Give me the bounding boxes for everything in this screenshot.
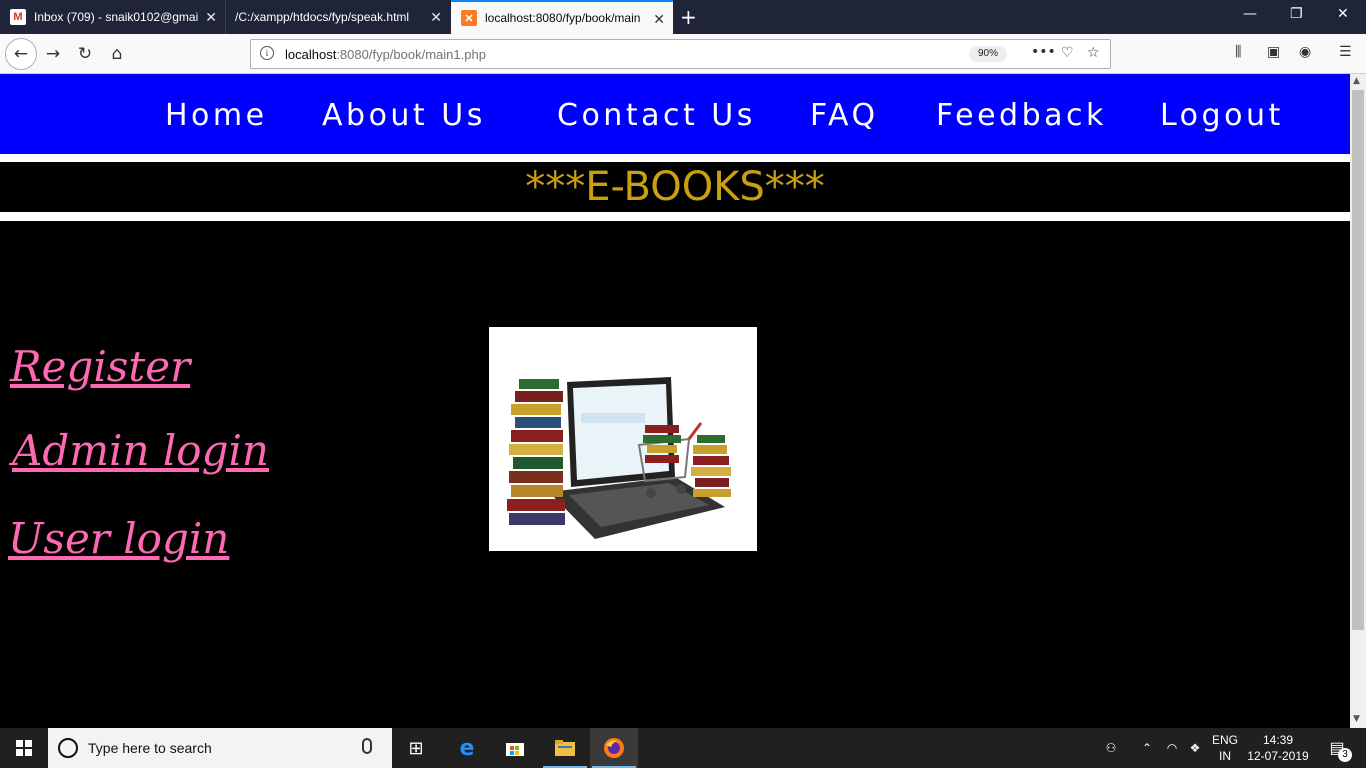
search-placeholder: Type here to search — [88, 740, 212, 756]
nav-home-link[interactable]: Home — [165, 98, 268, 133]
zoom-level-badge[interactable]: 90% — [969, 46, 1007, 62]
file-explorer-icon[interactable] — [541, 728, 589, 768]
clock-time: 14:39 — [1262, 733, 1294, 747]
user-login-link[interactable]: User login — [8, 514, 229, 563]
tab-title: /C:/xampp/htdocs/fyp/speak.html — [235, 10, 410, 24]
browser-tab-strip: M Inbox (709) - snaik0102@gmail. ✕ /C:/x… — [0, 0, 1366, 34]
page-content: Home About Us Contact Us FAQ Feedback Lo… — [0, 74, 1350, 728]
reload-button[interactable]: ↻ — [73, 42, 97, 66]
pocket-icon[interactable]: ♡ — [1061, 45, 1074, 61]
tab-speak-html[interactable]: /C:/xampp/htdocs/fyp/speak.html ✕ — [225, 0, 450, 34]
site-info-icon[interactable]: i — [260, 46, 274, 60]
show-hidden-icons-chevron-icon[interactable]: ⌃ — [1136, 728, 1158, 768]
tab-title: localhost:8080/fyp/book/main — [485, 11, 641, 25]
cortana-icon — [58, 738, 78, 758]
divider — [0, 154, 1350, 162]
site-nav-bar: Home About Us Contact Us FAQ Feedback Lo… — [0, 74, 1350, 154]
admin-login-link[interactable]: Admin login — [12, 426, 269, 475]
tab-main1-php[interactable]: ✕ localhost:8080/fyp/book/main ✕ — [451, 0, 673, 34]
ebook-illustration — [489, 327, 757, 551]
url-text[interactable]: localhost:8080/fyp/book/main1.php — [285, 47, 486, 62]
restore-icon[interactable]: ❐ — [1290, 6, 1303, 22]
bookmark-star-icon[interactable]: ☆ — [1087, 45, 1100, 61]
start-button[interactable] — [0, 728, 48, 768]
back-arrow-icon: ← — [13, 44, 29, 64]
new-tab-plus-icon[interactable]: + — [680, 5, 697, 29]
language-indicator[interactable]: ENG IN — [1208, 728, 1242, 768]
banner-title: ***E-BOOKS*** — [525, 164, 825, 210]
laptop-books-cart-image — [489, 327, 757, 551]
people-icon[interactable]: ⚇ — [1098, 728, 1124, 768]
dropbox-icon[interactable]: ❖ — [1184, 728, 1206, 768]
nav-logout-link[interactable]: Logout — [1160, 98, 1284, 133]
language-code: ENG — [1211, 733, 1238, 747]
nav-feedback-link[interactable]: Feedback — [936, 98, 1107, 133]
account-icon[interactable]: ◉ — [1299, 44, 1311, 60]
register-link[interactable]: Register — [10, 342, 190, 391]
library-icon[interactable]: ⫼ — [1235, 44, 1241, 60]
scroll-up-icon[interactable]: ▲ — [1353, 76, 1360, 86]
scroll-down-icon[interactable]: ▼ — [1353, 714, 1360, 724]
edge-icon[interactable]: e — [443, 728, 491, 768]
region-code: IN — [1219, 749, 1231, 763]
firefox-icon[interactable] — [590, 728, 638, 768]
close-icon[interactable]: ✕ — [205, 9, 217, 26]
url-path: :8080/fyp/book/main1.php — [336, 47, 486, 62]
nav-faq-link[interactable]: FAQ — [810, 98, 879, 133]
window-close-icon[interactable]: ✕ — [1337, 6, 1349, 22]
taskbar-search-box[interactable]: Type here to search — [48, 728, 392, 768]
task-view-icon[interactable]: ⊞ — [392, 728, 440, 768]
windows-logo-icon — [16, 740, 32, 756]
page-actions-icon[interactable]: ••• — [1031, 44, 1056, 60]
nav-contact-link[interactable]: Contact Us — [557, 98, 756, 133]
address-bar[interactable]: i localhost:8080/fyp/book/main1.php 90% … — [250, 39, 1111, 69]
microphone-icon[interactable] — [362, 738, 372, 754]
sidebar-icon[interactable]: ▣ — [1267, 44, 1280, 60]
divider — [0, 212, 1350, 221]
nav-about-link[interactable]: About Us — [322, 98, 486, 133]
tab-title: Inbox (709) - snaik0102@gmail. — [34, 10, 199, 24]
ebooks-banner: ***E-BOOKS*** — [0, 162, 1350, 212]
home-button[interactable]: ⌂ — [105, 42, 129, 66]
back-button[interactable]: ← — [5, 38, 37, 70]
forward-button[interactable]: → — [41, 42, 65, 66]
xampp-icon: ✕ — [461, 10, 477, 26]
store-icon[interactable] — [491, 728, 539, 768]
scroll-thumb[interactable] — [1352, 90, 1364, 630]
close-icon[interactable]: ✕ — [430, 9, 442, 26]
action-center-icon[interactable]: ▤ 3 — [1320, 728, 1354, 768]
forward-arrow-icon: → — [45, 44, 61, 64]
windows-taskbar: Type here to search ⊞ e ⚇ ⌃ ◠ ❖ ENG IN 1… — [0, 728, 1366, 768]
tab-gmail-inbox[interactable]: M Inbox (709) - snaik0102@gmail. ✕ — [0, 0, 225, 34]
menu-icon[interactable]: ☰ — [1339, 44, 1352, 60]
gmail-icon: M — [10, 9, 26, 25]
browser-toolbar: ← → ↻ ⌂ i localhost:8080/fyp/book/main1.… — [0, 34, 1366, 74]
url-host: localhost — [285, 47, 337, 62]
home-icon: ⌂ — [111, 44, 123, 64]
clock-date: 12-07-2019 — [1247, 749, 1309, 763]
vertical-scrollbar[interactable]: ▲ ▼ — [1350, 74, 1366, 728]
close-icon[interactable]: ✕ — [653, 11, 665, 28]
clock[interactable]: 14:39 12-07-2019 — [1244, 728, 1312, 768]
reload-icon: ↻ — [77, 44, 93, 64]
network-icon[interactable]: ◠ — [1160, 728, 1184, 768]
minimize-icon[interactable]: — — [1243, 6, 1257, 22]
notification-count-badge: 3 — [1338, 748, 1352, 762]
